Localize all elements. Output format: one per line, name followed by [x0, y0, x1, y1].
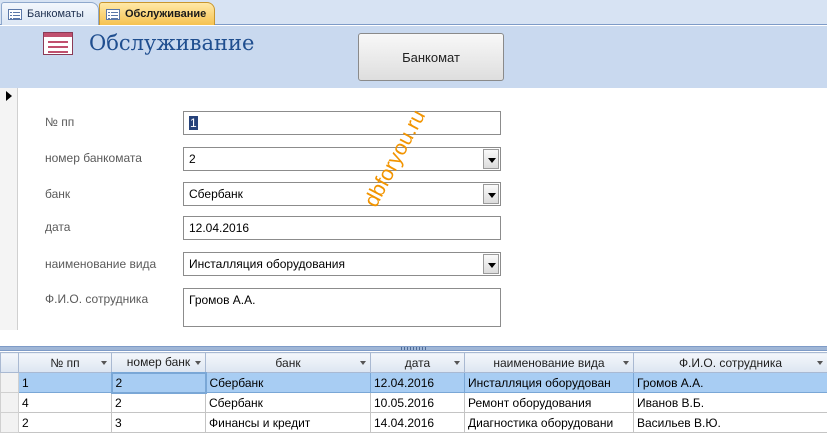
chevron-down-icon[interactable]: [454, 361, 460, 365]
table-cell[interactable]: 12.04.2016: [370, 372, 465, 393]
table-cell[interactable]: 14.04.2016: [370, 412, 465, 433]
chevron-down-icon[interactable]: [483, 149, 499, 169]
datasheet-header-row: № пп номер банк банк дата наименование в…: [0, 352, 827, 373]
record-selector[interactable]: [0, 88, 18, 330]
table-cell[interactable]: 2: [110, 371, 207, 394]
atm-number-value: 2: [189, 152, 196, 166]
employee-value: Громов А.А.: [189, 293, 256, 307]
table-cell[interactable]: Иванов В.Б.: [633, 392, 827, 413]
tab-atms-label: Банкоматы: [27, 8, 84, 20]
tab-atms[interactable]: Банкоматы: [1, 2, 99, 25]
chevron-down-icon[interactable]: [195, 361, 201, 365]
chevron-down-icon[interactable]: [623, 361, 629, 365]
column-header[interactable]: номер банк: [111, 352, 206, 373]
chevron-down-icon[interactable]: [483, 254, 499, 274]
num-label: № пп: [45, 115, 75, 129]
num-field[interactable]: 1: [183, 111, 501, 135]
bank-combo[interactable]: Сбербанк: [183, 182, 501, 206]
type-name-value: Инсталляция оборудования: [189, 257, 345, 271]
current-record-arrow-icon: [6, 91, 12, 101]
datasheet-table: № пп номер банк банк дата наименование в…: [0, 352, 827, 433]
column-header[interactable]: Ф.И.О. сотрудника: [633, 352, 827, 373]
table-cell[interactable]: 4: [18, 392, 112, 413]
table-row[interactable]: 1 2 Сбербанк 12.04.2016 Инсталляция обор…: [0, 371, 827, 394]
employee-label: Ф.И.О. сотрудника: [45, 292, 149, 306]
row-selector[interactable]: [0, 412, 19, 433]
table-cell[interactable]: 1: [18, 372, 112, 393]
date-label: дата: [45, 220, 71, 234]
splitter-grip-icon[interactable]: [401, 347, 427, 350]
table-cell[interactable]: 2: [18, 412, 112, 433]
form-title: Обслуживание: [89, 31, 255, 55]
form-header: Обслуживание Банкомат: [0, 26, 827, 88]
table-cell[interactable]: Инсталляция оборудован: [464, 372, 634, 393]
table-cell[interactable]: 2: [111, 392, 206, 413]
table-row[interactable]: 2 3 Финансы и кредит 14.04.2016 Диагност…: [0, 412, 827, 433]
employee-field[interactable]: Громов А.А.: [183, 288, 501, 327]
table-cell[interactable]: Сбербанк: [205, 392, 371, 413]
date-value: 12.04.2016: [189, 221, 250, 235]
tab-service-label: Обслуживание: [125, 8, 207, 20]
column-header[interactable]: № пп: [18, 352, 112, 373]
column-header[interactable]: наименование вида: [464, 352, 634, 373]
table-cell[interactable]: Ремонт оборудования: [464, 392, 634, 413]
table-cell[interactable]: 3: [111, 412, 206, 433]
chevron-down-icon[interactable]: [483, 184, 499, 204]
atm-number-combo[interactable]: 2: [183, 147, 501, 171]
table-cell[interactable]: 10.05.2016: [370, 392, 465, 413]
type-name-combo[interactable]: Инсталляция оборудования: [183, 252, 501, 276]
num-value: 1: [189, 116, 198, 130]
form-icon: [106, 8, 120, 20]
table-cell[interactable]: Финансы и кредит: [205, 412, 371, 433]
table-cell[interactable]: Сбербанк: [205, 372, 371, 393]
document-tab-strip: Банкоматы Обслуживание: [0, 0, 827, 25]
table-cell[interactable]: Диагностика оборудовани: [464, 412, 634, 433]
atm-button[interactable]: Банкомат: [358, 33, 504, 81]
column-header[interactable]: дата: [370, 352, 465, 373]
row-selector[interactable]: [0, 392, 19, 413]
row-selector[interactable]: [0, 372, 19, 393]
form-header-icon: [43, 32, 73, 55]
tab-service[interactable]: Обслуживание: [99, 2, 215, 25]
chevron-down-icon[interactable]: [817, 361, 823, 365]
bank-value: Сбербанк: [189, 187, 243, 201]
form-icon: [8, 8, 22, 20]
date-field[interactable]: 12.04.2016: [183, 216, 501, 240]
table-cell[interactable]: Громов А.А.: [633, 372, 827, 393]
chevron-down-icon[interactable]: [101, 361, 107, 365]
chevron-down-icon[interactable]: [360, 361, 366, 365]
table-row[interactable]: 4 2 Сбербанк 10.05.2016 Ремонт оборудова…: [0, 392, 827, 413]
type-name-label: наименование вида: [45, 257, 157, 271]
table-cell[interactable]: Васильев В.Ю.: [633, 412, 827, 433]
select-all-cell[interactable]: [0, 352, 19, 373]
atm-number-label: номер банкомата: [45, 151, 142, 165]
column-header[interactable]: банк: [205, 352, 371, 373]
bank-label: банк: [45, 187, 71, 201]
datasheet: № пп номер банк банк дата наименование в…: [0, 352, 827, 435]
